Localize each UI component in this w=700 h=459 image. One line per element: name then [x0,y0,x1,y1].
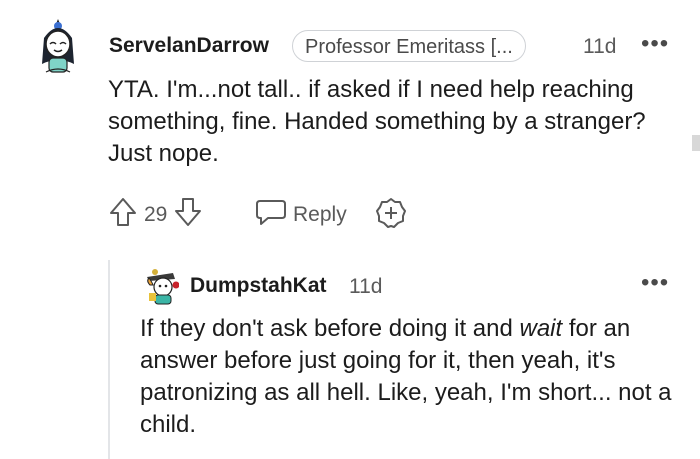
reply-more-options-icon[interactable]: ••• [641,271,669,295]
reply-icon [255,198,287,232]
avatar[interactable] [36,16,80,76]
reply-body-emphasis: wait [519,315,563,342]
downvote-icon[interactable] [173,196,203,234]
scroll-indicator[interactable] [692,135,700,151]
reply-avatar-image [147,269,180,305]
user-flair[interactable]: Professor Emeritass [... [292,30,526,62]
comment-author[interactable]: ServelanDarrow [109,34,269,58]
award-icon[interactable] [375,197,407,234]
upvote-icon[interactable] [108,196,138,234]
reply-age: 11d [349,275,383,298]
reply-author[interactable]: DumpstahKat [190,274,327,298]
thread-line[interactable] [108,260,110,459]
reply-button[interactable]: Reply [255,198,347,232]
more-options-icon[interactable]: ••• [641,32,669,56]
comment-body: YTA. I'm...not tall.. if asked if I need… [108,76,646,167]
reply-label: Reply [293,203,347,226]
reply-avatar[interactable] [143,267,180,305]
vote-count: 29 [144,203,168,226]
avatar-image [42,19,74,73]
reply-body: If they don't ask before doing it and wa… [140,313,675,441]
comment-age: 11d [583,35,617,58]
reply-body-part1: If they don't ask before doing it and [140,315,520,342]
vote-controls: 29 [108,196,203,234]
